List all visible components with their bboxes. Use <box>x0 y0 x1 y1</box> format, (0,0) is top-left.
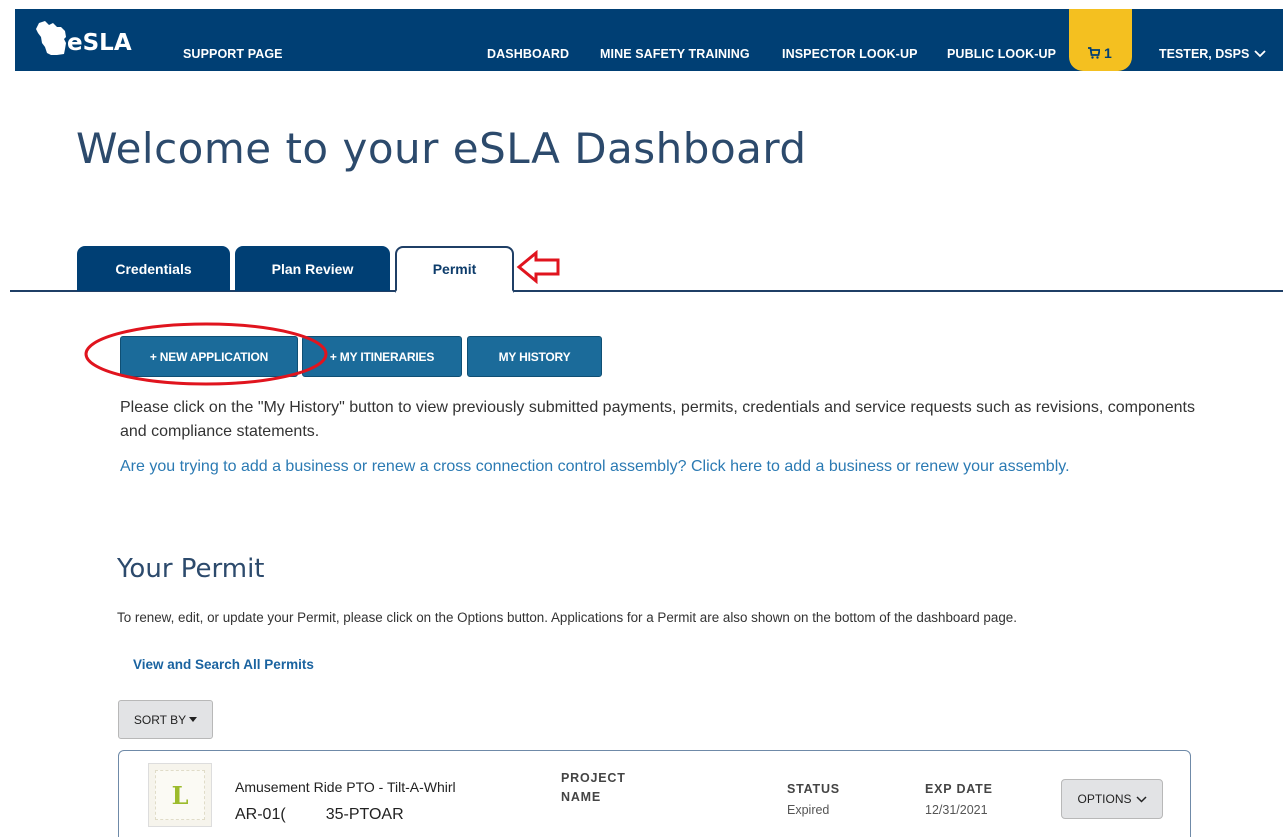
permit-id: AR-01( 35-PTOAR <box>235 806 404 823</box>
add-business-link[interactable]: Are you trying to add a business or rene… <box>120 455 1195 479</box>
sort-by-label: SORT BY <box>133 712 187 727</box>
nav-support-page[interactable]: SUPPORT PAGE <box>183 47 283 61</box>
chevron-down-icon <box>1254 50 1266 58</box>
cart-count: 1 <box>1104 45 1112 61</box>
wisconsin-state-icon <box>36 21 66 55</box>
nav-mine-safety-training[interactable]: MINE SAFETY TRAINING <box>600 47 750 61</box>
tab-plan-review[interactable]: Plan Review <box>235 246 390 291</box>
nav-public-lookup[interactable]: PUBLIC LOOK-UP <box>947 47 1056 61</box>
view-all-permits-link[interactable]: View and Search All Permits <box>133 657 314 672</box>
permit-card: L Amusement Ride PTO - Tilt-A-Whirl AR-0… <box>118 750 1191 837</box>
tab-credentials[interactable]: Credentials <box>77 246 230 291</box>
exp-date-value: 12/31/2021 <box>925 803 988 817</box>
your-permit-heading: Your Permit <box>117 554 265 584</box>
red-ellipse-annotation <box>84 322 328 386</box>
exp-date-header: EXP DATE <box>925 782 993 796</box>
status-value: Expired <box>787 803 830 817</box>
options-label: OPTIONS <box>1077 792 1132 806</box>
status-header: STATUS <box>787 782 840 796</box>
red-arrow-left-icon <box>516 250 560 284</box>
esla-logo[interactable]: eSLA <box>35 17 132 57</box>
cart-button[interactable]: 1 <box>1069 9 1132 71</box>
tab-permit[interactable]: Permit <box>395 246 514 293</box>
chevron-down-icon <box>1135 795 1147 803</box>
permit-thumb-letter: L <box>155 770 205 820</box>
permit-name: Amusement Ride PTO - Tilt-A-Whirl <box>235 779 456 795</box>
user-name: TESTER, DSPS <box>1159 47 1250 61</box>
user-menu[interactable]: TESTER, DSPS <box>1159 47 1266 61</box>
shopping-cart-icon <box>1088 47 1100 59</box>
options-button[interactable]: OPTIONS <box>1061 779 1163 819</box>
permit-description: To renew, edit, or update your Permit, p… <box>117 610 1017 625</box>
nav-inspector-lookup[interactable]: INSPECTOR LOOK-UP <box>782 47 918 61</box>
nav-dashboard[interactable]: DASHBOARD <box>487 47 569 61</box>
my-history-button[interactable]: MY HISTORY <box>467 336 602 377</box>
permit-thumbnail: L <box>148 763 212 827</box>
project-name-header: PROJECT NAME <box>561 771 626 804</box>
top-navbar: eSLA SUPPORT PAGE DASHBOARD MINE SAFETY … <box>15 9 1283 71</box>
sort-by-button[interactable]: SORT BY <box>118 700 213 739</box>
history-info-text: Please click on the "My History" button … <box>120 399 1195 440</box>
page-title: Welcome to your eSLA Dashboard <box>76 124 807 173</box>
logo-text: eSLA <box>67 30 132 56</box>
caret-down-icon <box>189 717 198 722</box>
